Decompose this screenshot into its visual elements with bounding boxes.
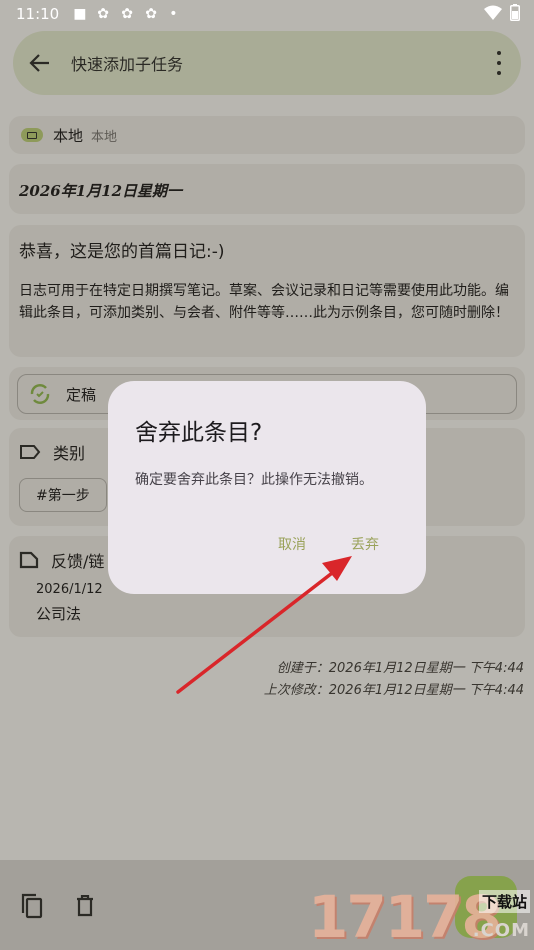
copy-icon [21, 893, 43, 919]
date-card[interactable]: 2026年1月12日星期一 [9, 164, 525, 214]
app-notification-icon-3: ✿ [145, 5, 157, 22]
app-notification-icon-2: ✿ [121, 5, 133, 22]
collection-chip[interactable]: 本地 本地 [9, 116, 525, 154]
cancel-button[interactable]: 取消 [278, 534, 306, 554]
delete-button[interactable] [70, 890, 100, 922]
app-notification-icon: ✿ [97, 5, 109, 22]
discard-dialog: 舍弃此条目? 确定要舍弃此条目？此操作无法撤销。 取消 丢弃 [108, 381, 426, 594]
categories-title: 类别 [53, 444, 86, 463]
feedback-title: 反馈/链 [51, 552, 105, 571]
copy-button[interactable] [17, 890, 47, 922]
status-label: 定稿 [66, 385, 97, 404]
dialog-message: 确定要舍弃此条目？此操作无法撤销。 [135, 472, 373, 488]
folder-icon [21, 128, 43, 142]
collection-name: 本地 [53, 126, 84, 145]
trash-icon [77, 895, 93, 917]
wifi-icon [484, 5, 502, 20]
entry-heading: 恭喜，这是您的首篇日记:-) [19, 242, 225, 262]
entry-body-card[interactable]: 恭喜，这是您的首篇日记:-) 日志可用于在特定日期撰写笔记。草案、会议记录和日记… [9, 225, 525, 357]
battery-icon [510, 4, 520, 21]
created-timestamp: 创建于：2026年1月12日星期一 下午4:44 [276, 661, 524, 676]
watermark-number: 17178 [308, 883, 502, 950]
arrow-back-icon [29, 54, 49, 72]
clock: 11:10 [16, 5, 60, 23]
collection-account: 本地 [91, 129, 118, 145]
sync-icon [30, 384, 50, 404]
top-app-bar: 快速添加子任务 [13, 31, 521, 95]
discard-button[interactable]: 丢弃 [351, 534, 379, 554]
watermark-site: 下载站 [478, 890, 530, 913]
watermark-domain: .COM [472, 920, 530, 941]
note-icon [19, 551, 39, 569]
entry-description: 日志可用于在特定日期撰写笔记。草案、会议记录和日记等需要使用此功能。编辑此条目，… [19, 283, 509, 321]
modified-timestamp: 上次修改：2026年1月12日星期一 下午4:44 [263, 683, 524, 698]
back-button[interactable] [13, 31, 67, 95]
feedback-note[interactable]: 公司法 [36, 603, 515, 624]
page-title: 快速添加子任务 [71, 55, 184, 74]
category-tag[interactable]: #第一步 [19, 478, 107, 512]
dialog-title: 舍弃此条目? [135, 420, 263, 446]
more-notifications-icon: • [169, 5, 178, 22]
notification-icon: ■ [73, 5, 87, 22]
more-options-button[interactable] [491, 51, 507, 75]
label-icon [20, 445, 41, 459]
status-bar: 11:10 ■ ✿ ✿ ✿ • [0, 0, 534, 28]
watermark-logo: 17178 下载站 .COM [308, 884, 534, 950]
entry-date: 2026年1月12日星期一 [19, 182, 183, 200]
